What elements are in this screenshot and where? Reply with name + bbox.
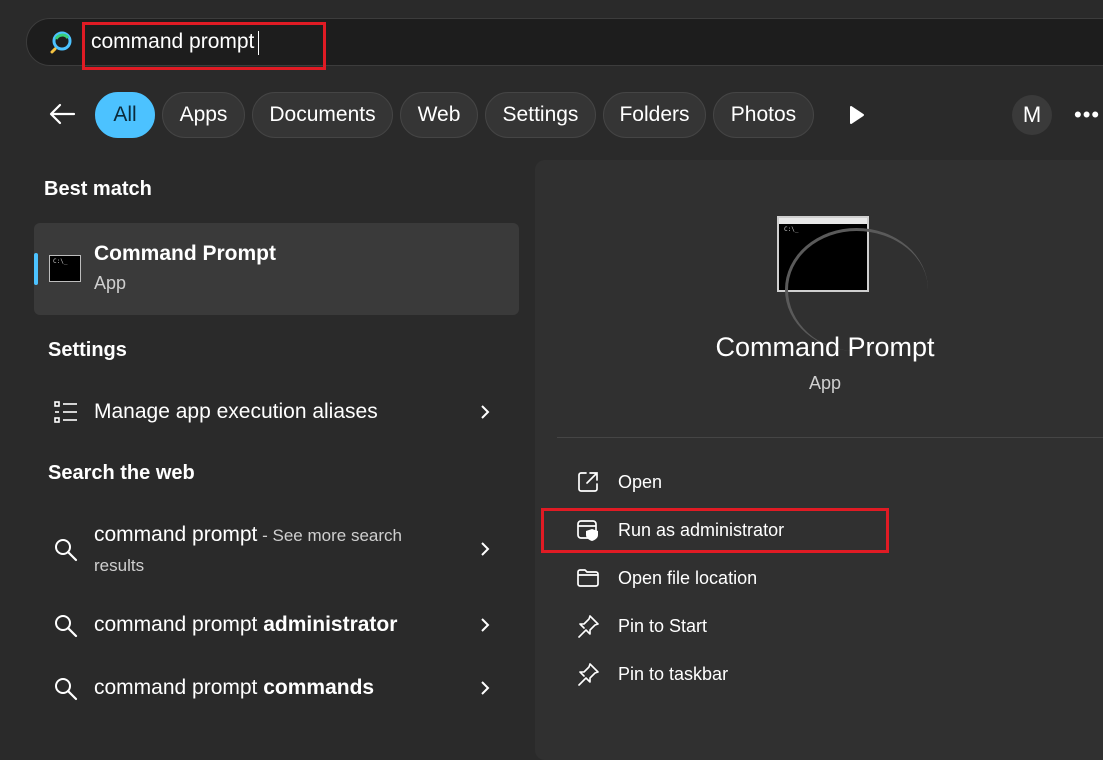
filter-folders[interactable]: Folders: [603, 92, 706, 138]
command-prompt-icon: C:\_: [49, 255, 81, 282]
play-icon[interactable]: [846, 104, 866, 126]
preview-subtitle: App: [808, 373, 842, 393]
preview-title: Command Prompt: [715, 332, 935, 362]
open-external-icon: [578, 472, 598, 492]
best-match-item[interactable]: [34, 223, 519, 315]
divider: [557, 437, 1103, 438]
web-result-3[interactable]: command prompt commands: [94, 676, 374, 700]
filter-settings[interactable]: Settings: [485, 92, 596, 138]
best-match-subtitle: App: [94, 273, 127, 293]
best-match-header: Best match: [44, 178, 152, 200]
filter-web[interactable]: Web: [400, 92, 478, 138]
search-highlight-box: [82, 22, 326, 70]
list-settings-icon: [54, 401, 77, 423]
settings-header: Settings: [48, 339, 127, 361]
action-pin-to-taskbar[interactable]: Pin to taskbar: [618, 664, 728, 685]
web-result-2[interactable]: command prompt administrator: [94, 613, 397, 637]
action-open[interactable]: Open: [618, 472, 662, 493]
chevron-right-icon[interactable]: [479, 616, 491, 634]
pin-icon: [578, 663, 599, 686]
more-options-icon[interactable]: •••: [1074, 102, 1100, 128]
search-logo-icon: [50, 31, 72, 54]
folder-icon: [577, 569, 599, 587]
search-web-header: Search the web: [48, 462, 195, 484]
filter-all[interactable]: All: [95, 92, 155, 138]
selection-indicator: [34, 253, 38, 285]
filter-photos[interactable]: Photos: [713, 92, 814, 138]
action-open-file-location[interactable]: Open file location: [618, 568, 757, 589]
avatar[interactable]: M: [1012, 95, 1052, 135]
pin-icon: [578, 615, 599, 638]
search-icon: [55, 539, 78, 562]
web-result-1[interactable]: command prompt - See more search: [94, 523, 402, 547]
command-prompt-large-icon: C:\_: [777, 216, 928, 351]
search-icon: [55, 678, 78, 701]
run-as-admin-highlight-box: [541, 508, 889, 553]
back-arrow-icon[interactable]: [46, 98, 78, 130]
web-result-1-continued: results: [94, 556, 145, 575]
best-match-title: Command Prompt: [94, 242, 277, 265]
chevron-right-icon[interactable]: [479, 403, 491, 421]
filter-documents[interactable]: Documents: [252, 92, 393, 138]
settings-item-aliases[interactable]: Manage app execution aliases: [94, 400, 378, 424]
search-icon: [55, 615, 78, 638]
action-pin-to-start[interactable]: Pin to Start: [618, 616, 707, 637]
filter-apps[interactable]: Apps: [162, 92, 245, 138]
chevron-right-icon[interactable]: [479, 540, 491, 558]
chevron-right-icon[interactable]: [479, 679, 491, 697]
